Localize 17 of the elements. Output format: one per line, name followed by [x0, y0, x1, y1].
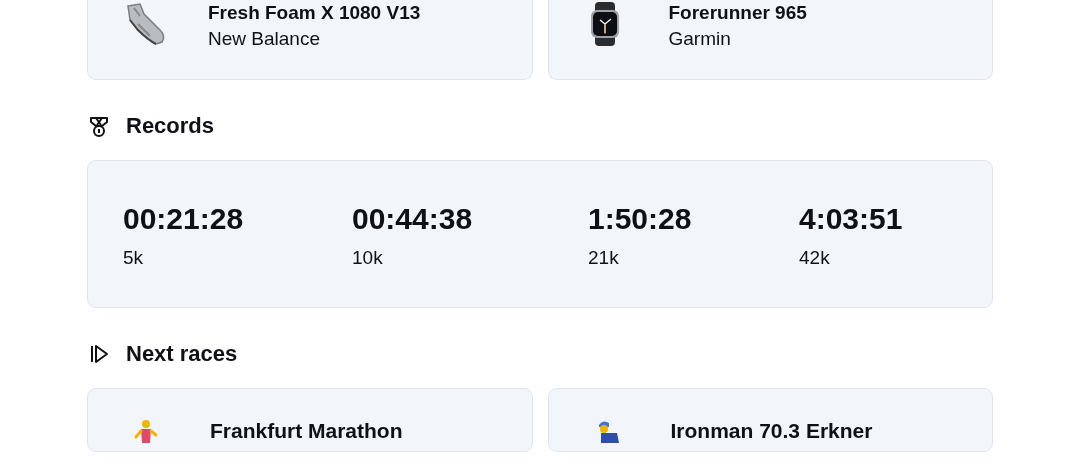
medal-icon	[87, 114, 111, 138]
record-distance: 42k	[799, 247, 831, 269]
section-title: Records	[126, 113, 215, 139]
record-time: 4:03:51	[799, 201, 904, 237]
record-time: 00:44:38	[352, 201, 474, 237]
record-distance: 21k	[588, 247, 620, 269]
record-distance: 10k	[352, 247, 384, 269]
record-time: 1:50:28	[588, 201, 693, 237]
section-title: Next races	[126, 341, 238, 367]
gear-brand: Garmin	[668, 27, 732, 51]
gear-brand: New Balance	[208, 27, 321, 51]
race-name: Ironman 70.3 Erkner	[670, 419, 873, 443]
gear-name: Fresh Foam X 1080 V13	[208, 2, 421, 24]
record-time: 00:21:28	[123, 201, 245, 237]
record-distance: 5k	[123, 247, 145, 269]
gear-name: Forerunner 965	[668, 2, 807, 24]
race-name: Frankfurt Marathon	[210, 419, 403, 443]
